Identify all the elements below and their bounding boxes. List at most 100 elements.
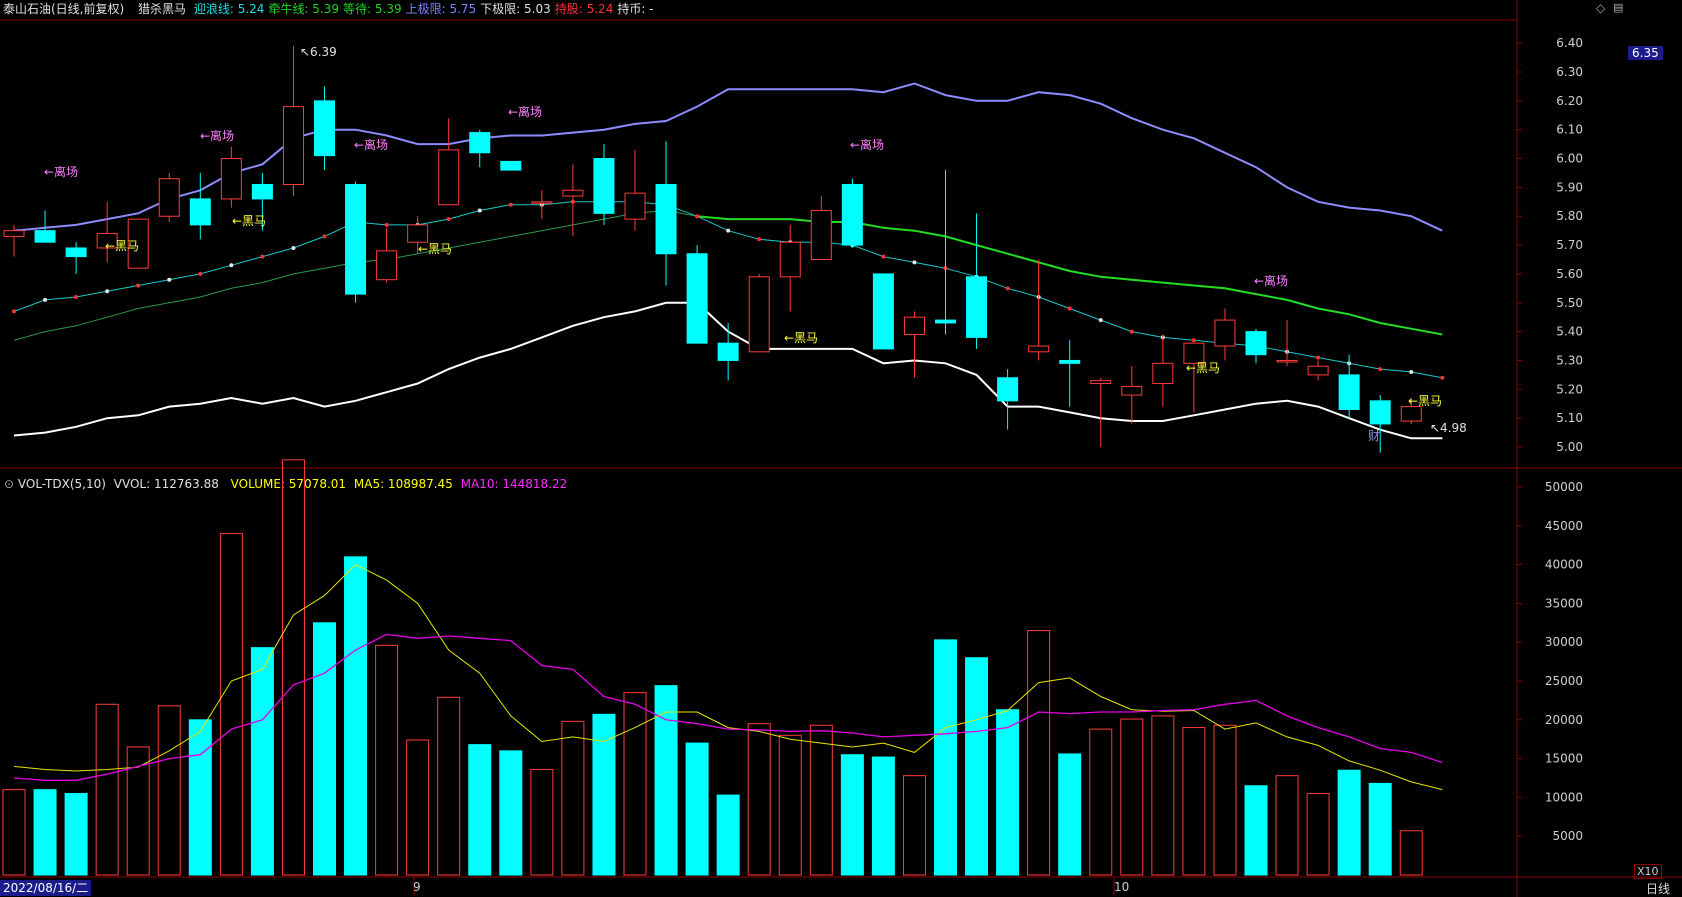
volume-bar[interactable] xyxy=(1275,775,1299,876)
candle[interactable] xyxy=(624,192,646,220)
candle[interactable] xyxy=(220,158,242,200)
candle[interactable] xyxy=(717,342,739,361)
candle[interactable] xyxy=(1121,385,1143,396)
candle[interactable] xyxy=(935,319,956,324)
volume-bar[interactable] xyxy=(157,705,181,876)
volume-bar[interactable] xyxy=(965,657,989,876)
volume-bar[interactable] xyxy=(1089,728,1113,876)
candle[interactable] xyxy=(1400,406,1422,422)
volume-bar[interactable] xyxy=(1027,630,1051,876)
price-axis-label: 5.80 xyxy=(1556,209,1583,223)
volume-bar[interactable] xyxy=(871,756,895,876)
volume-bar[interactable] xyxy=(1368,782,1392,876)
volume-bar[interactable] xyxy=(809,724,833,876)
volume-bar[interactable] xyxy=(1182,727,1206,876)
price-axis-label: 5.00 xyxy=(1556,440,1583,454)
candle[interactable] xyxy=(34,230,56,243)
volume-bar[interactable] xyxy=(1058,753,1082,876)
volume-bar[interactable] xyxy=(1337,769,1361,876)
volume-bar[interactable] xyxy=(747,723,771,876)
volume-bar[interactable] xyxy=(188,719,212,876)
stock-chart[interactable]: 6.40 6.30 6.20 6.10 6.00 5.90 5.80 5.70 5.60 5.50… xyxy=(0,0,1682,897)
volume-bar[interactable] xyxy=(437,696,461,876)
volume-bar[interactable] xyxy=(2,789,26,876)
candle[interactable] xyxy=(841,184,863,246)
volume-bar[interactable] xyxy=(1244,785,1268,876)
volume-bar[interactable] xyxy=(468,744,492,876)
volume-bar[interactable] xyxy=(95,703,119,876)
candle[interactable] xyxy=(1214,319,1236,347)
volume-bar[interactable] xyxy=(64,793,88,876)
candle[interactable] xyxy=(158,178,180,217)
candle[interactable] xyxy=(376,250,398,281)
volume-bar[interactable] xyxy=(778,734,802,876)
candle[interactable] xyxy=(686,253,708,344)
candle[interactable] xyxy=(1276,359,1298,363)
volume-bar[interactable] xyxy=(406,739,430,876)
horse-signal: ←黑马 xyxy=(784,331,818,345)
candle[interactable] xyxy=(3,230,25,237)
candle[interactable] xyxy=(562,189,584,197)
candle[interactable] xyxy=(1338,374,1360,410)
volume-bar[interactable] xyxy=(840,754,864,876)
volume-bar[interactable] xyxy=(996,709,1020,876)
volume-bar[interactable] xyxy=(1213,724,1237,876)
candle[interactable] xyxy=(1245,331,1267,356)
volume-bar[interactable] xyxy=(1151,715,1175,876)
candle[interactable] xyxy=(531,201,553,204)
wave-dot xyxy=(695,214,700,219)
vol-ma10-line xyxy=(13,633,1443,781)
volume-bar[interactable] xyxy=(530,768,554,876)
volume-bar[interactable] xyxy=(623,692,647,876)
vol-axis-label: 45000 xyxy=(1545,519,1583,533)
volume-bar[interactable] xyxy=(33,789,57,876)
candle[interactable] xyxy=(500,160,522,171)
candle[interactable] xyxy=(65,247,87,258)
price-axis-label: 5.30 xyxy=(1556,353,1583,367)
price-axis-label: 5.60 xyxy=(1556,267,1583,281)
candle[interactable] xyxy=(469,132,491,154)
candle[interactable] xyxy=(407,224,429,243)
candle[interactable] xyxy=(872,273,894,350)
volume-bar[interactable] xyxy=(654,685,678,876)
candle[interactable] xyxy=(655,184,677,255)
candle[interactable] xyxy=(1369,400,1391,425)
candle[interactable] xyxy=(189,198,211,226)
leave-signal: ←离场 xyxy=(354,137,388,152)
candle[interactable] xyxy=(1028,345,1050,353)
volume-bar[interactable] xyxy=(250,647,274,876)
volume-bar[interactable] xyxy=(344,556,368,876)
candle[interactable] xyxy=(345,184,367,295)
candle[interactable] xyxy=(438,149,460,206)
volume-bar[interactable] xyxy=(716,794,740,876)
candle[interactable] xyxy=(810,209,832,260)
candle[interactable] xyxy=(903,316,925,336)
candle[interactable] xyxy=(997,377,1019,402)
candle[interactable] xyxy=(1090,380,1112,385)
candle[interactable] xyxy=(251,184,273,200)
candle[interactable] xyxy=(314,100,335,157)
volume-bar[interactable] xyxy=(902,775,926,876)
volume-bar[interactable] xyxy=(1120,718,1144,876)
volume-bar[interactable] xyxy=(561,720,585,876)
candle[interactable] xyxy=(779,241,801,278)
candle[interactable] xyxy=(282,106,304,185)
volume-bar[interactable] xyxy=(499,750,523,876)
volume-bar[interactable] xyxy=(1399,830,1423,876)
volume-bar[interactable] xyxy=(934,639,957,876)
volume-bar[interactable] xyxy=(685,742,709,876)
wave-dot xyxy=(1409,370,1414,374)
volume-bar[interactable] xyxy=(281,459,305,876)
volume-bar[interactable] xyxy=(219,533,243,876)
candle[interactable] xyxy=(1152,362,1174,385)
leave-signal: ←离场 xyxy=(1254,273,1288,288)
candle[interactable] xyxy=(1059,359,1081,364)
period-label[interactable]: 日线 xyxy=(1646,880,1670,897)
candle[interactable] xyxy=(748,276,770,353)
candle[interactable] xyxy=(1307,365,1329,376)
volume-bar[interactable] xyxy=(375,644,399,876)
candle[interactable] xyxy=(593,158,615,214)
volume-bar[interactable] xyxy=(313,622,336,876)
candle[interactable] xyxy=(966,276,988,338)
volume-bar[interactable] xyxy=(1306,793,1330,876)
